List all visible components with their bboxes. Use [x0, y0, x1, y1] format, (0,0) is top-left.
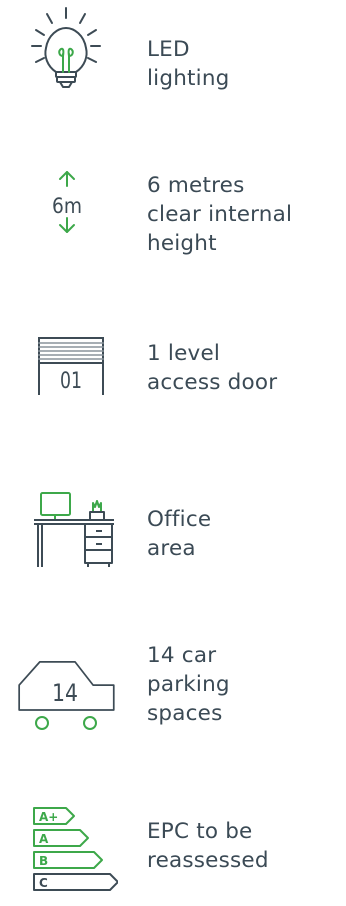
energy-rating-icon: A+ A B C: [33, 807, 118, 891]
roller-door-icon: 01: [38, 337, 104, 395]
rating-label: A+: [39, 810, 58, 824]
office-desk-icon: [34, 492, 114, 567]
feature-label: EPC to be reassessed: [147, 819, 269, 873]
feature-label: 6 metres clear internal height: [147, 173, 293, 256]
rating-label: C: [39, 876, 48, 890]
rating-label: B: [39, 854, 48, 868]
feature-label: 14 car parking spaces: [147, 643, 230, 726]
feature-list: LED lighting 6m 6 metres clear internal …: [0, 0, 346, 906]
feature-label: 1 level access door: [147, 341, 278, 395]
feature-label: LED lighting: [147, 37, 230, 91]
light-bulb-icon: [31, 7, 101, 88]
door-icon-text: 01: [60, 369, 82, 394]
height-icon-text: 6m: [52, 194, 82, 218]
feature-label: Office area: [147, 507, 212, 561]
car-icon: 14: [18, 661, 115, 730]
rating-label: A: [39, 832, 49, 846]
height-arrows-icon: 6m: [52, 171, 82, 233]
car-icon-text: 14: [52, 679, 78, 707]
